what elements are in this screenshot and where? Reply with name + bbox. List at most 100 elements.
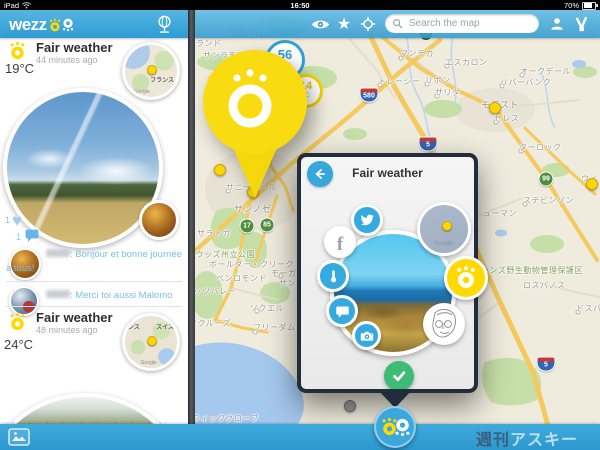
wezzoo-map-marker[interactable] [374,406,416,448]
map-place-label: パシフィックグローブ [195,414,260,423]
post-author-avatar[interactable] [139,200,179,240]
popup-title: Fair weather [352,166,423,180]
map-place-label: サリダ [435,88,461,97]
swiss-knife-icon [575,16,587,31]
map-place-label: リバーバンク [500,78,552,87]
camera-button[interactable] [352,321,381,350]
map-place-label: ランズ野生動物管理保護区 [481,266,583,275]
comment-text: : Merci toi aussi Malomo [6,289,184,303]
magazine-watermark: 週刊アスキー [475,432,578,449]
temperature-button[interactable] [317,260,349,292]
confirm-button[interactable] [384,361,414,391]
favorites-button[interactable]: ★ [334,14,354,34]
blurred-username [46,290,70,298]
map-place-label: エスカロン [445,58,488,67]
globe-icon [158,15,171,33]
post-minimap[interactable]: ンス スイス Google [122,313,180,371]
fair-weather-icon [8,41,27,60]
post-photo[interactable] [0,393,188,424]
clock: 16:50 [290,1,310,10]
search-input[interactable] [407,17,532,30]
battery-icon [582,1,598,10]
google-watermark: Google [133,89,150,95]
thermometer-icon [330,269,336,282]
like-count: 1 [5,215,11,225]
sidebar-header: wezz [0,10,188,38]
highway-shield: 17 [239,218,255,234]
panel-divider[interactable] [188,10,195,424]
blurred-username [46,249,70,257]
post-temperature: 19°C [5,61,35,76]
map-place-label: トレーシー [378,77,421,86]
heart-icon[interactable]: ♥ [12,212,22,229]
twitter-share-button[interactable] [351,204,383,236]
photo-feed-button[interactable] [8,428,30,446]
google-watermark: Google [434,241,454,247]
fair-weather-icon [8,312,27,331]
locate-button[interactable] [358,14,378,34]
minimap-label: スイス [156,325,174,331]
minimap-label: フランス [150,78,174,84]
highway-shield: 99 [538,171,554,187]
map-place-label: タクルーズ [195,319,231,328]
map-place-label: ロスバノス [523,281,566,290]
profile-button[interactable] [547,14,567,34]
twitter-bird-icon [361,214,374,226]
comment-bubble-icon[interactable] [25,229,39,242]
post-temperature: 24°C [4,337,34,352]
map-place-label: ステビンソン [523,196,574,205]
search-icon [393,19,403,29]
map-place-label: ューマン [483,209,517,218]
person-icon [551,18,563,30]
wezzoo-sun-icon[interactable] [444,256,488,300]
star-icon: ★ [336,16,352,33]
feed-sidebar: Fair weather 44 minutes ago 19°C フランス Go… [0,10,188,424]
map-marker[interactable] [586,178,598,190]
app-screen: State ParkランドサンラモンブレントウッドMount Diabloマンテ… [0,0,600,450]
eye-icon [311,20,329,28]
map-place-label: サン [279,279,296,288]
ios-status-bar: iPad 16:50 70% [0,0,600,10]
map-place-label: サラトガ [197,229,231,238]
map-place-label: オークデール [520,67,571,76]
map-toolbar: ★ [195,10,600,38]
logo-sun-white-icon [61,18,75,32]
tools-button[interactable] [571,14,591,34]
camera-icon [360,331,373,341]
logo-sun-yellow-icon [48,18,62,32]
post-time: 44 minutes ago [36,55,98,65]
popup-minimap[interactable]: Google [417,202,471,256]
map-place-label: コッツバレー [195,287,236,296]
map-marker[interactable] [344,400,356,412]
user-avatar[interactable] [423,303,465,345]
minimap-label: ンス [128,325,140,331]
sun-white-icon [393,418,412,437]
check-icon [393,371,406,382]
comment-count: 1 [16,232,22,242]
map-place-label: ベンロモンド [216,274,267,283]
globe-button[interactable] [155,14,174,39]
map-search-field[interactable] [385,14,539,33]
wezzoo-logo: wezz [9,15,75,35]
crosshair-icon [361,17,375,31]
post-title: Fair weather [36,310,113,325]
facebook-f-icon: f [336,234,344,255]
map-place-label: リポン [425,76,451,85]
highway-shield: 85 [259,217,275,233]
post-title: Fair weather [36,40,113,55]
comment-button[interactable] [326,295,358,327]
bottom-bar: 週刊アスキー [0,424,600,450]
visibility-button[interactable] [310,14,330,34]
comment-text: : Bonjour et bonne journée a tous! [6,249,182,274]
post-minimap[interactable]: フランス Google [122,42,180,100]
map-place-label: マンテカ [400,49,434,58]
post-time: 48 minutes ago [36,325,98,335]
speech-bubble-icon [335,306,349,318]
map-place-label: ソクエル [250,304,284,313]
map-place-label: フリーダム [253,323,296,332]
facebook-share-button[interactable]: f [324,226,356,258]
google-watermark: Google [140,360,157,366]
map-marker[interactable] [489,102,501,114]
weather-popup: Fair weather Google f [297,153,488,393]
map-place-label: ドスパ [576,304,600,313]
